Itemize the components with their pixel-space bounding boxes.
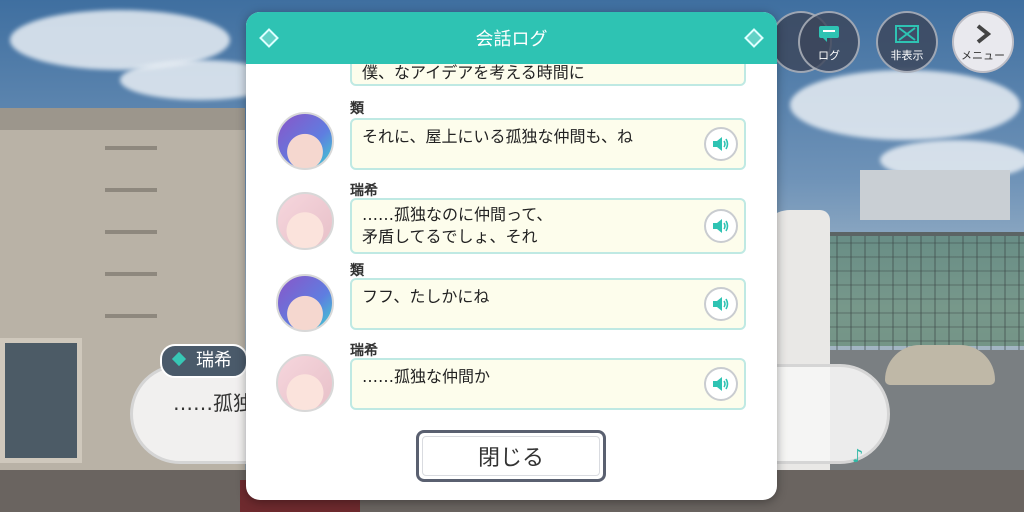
diamond-icon [171, 351, 187, 367]
cloud [790, 70, 1020, 140]
hide-label: 非表示 [890, 49, 924, 62]
speaker-icon [713, 377, 729, 391]
speaker-icon [713, 297, 729, 311]
speaker-name-tag: 瑞希 [160, 344, 248, 378]
log-bubble: それに、屋上にいる孤独な仲間も、ね [350, 118, 746, 170]
music-note-icon: ♪ [852, 446, 864, 467]
voice-play-button[interactable] [704, 287, 738, 321]
modal-header: 会話ログ [246, 12, 777, 64]
log-bubble: フフ、たしかにね [350, 278, 746, 330]
building-cap [0, 108, 245, 130]
building-right [860, 170, 1010, 220]
speaker-icon [713, 137, 729, 151]
ladder-rung [105, 314, 157, 318]
modal-title: 会話ログ [475, 29, 548, 50]
voice-play-button[interactable] [704, 367, 738, 401]
log-line: ……孤独なのに仲間って、 [362, 205, 553, 224]
menu-chevron-icon [975, 21, 991, 47]
log-label: ログ [818, 49, 840, 62]
log-speaker: 類 [350, 101, 364, 117]
log-line: ……孤独な仲間か [362, 367, 491, 386]
ladder-rung [105, 230, 157, 234]
speaker-icon [713, 219, 729, 233]
voice-play-button[interactable] [704, 127, 738, 161]
avatar-mizuki [276, 192, 334, 250]
menu-button[interactable]: メニュー [952, 11, 1014, 73]
close-button[interactable]: 閉じる [416, 430, 606, 482]
log-icon [818, 21, 840, 47]
log-list[interactable]: 僕、なアイデアを考える時間に 類 それに、屋上にいる孤独な仲間も、ね 瑞希 ……… [246, 64, 777, 422]
log-speaker: 瑞希 [350, 343, 378, 359]
close-label: 閉じる [477, 446, 544, 471]
log-speaker: 類 [350, 263, 364, 279]
ladder-rung [105, 188, 157, 192]
dialogue-text: ……孤独 [173, 391, 253, 415]
voice-play-button[interactable] [704, 209, 738, 243]
diamond-icon [259, 28, 279, 48]
building-window [0, 338, 82, 463]
menu-label: メニュー [961, 49, 1005, 62]
log-bubble: ……孤独な仲間か [350, 358, 746, 410]
avatar-rui [276, 274, 334, 332]
log-line: それに、屋上にいる孤独な仲間も、ね [362, 127, 634, 146]
speaker-name: 瑞希 [196, 350, 232, 371]
diamond-icon [744, 28, 764, 48]
log-bubble-partial: 僕、なアイデアを考える時間に [350, 64, 746, 86]
log-speaker: 瑞希 [350, 183, 378, 199]
log-line: 矛盾してるでしょ、それ [362, 227, 538, 246]
log-bubble: ……孤独なのに仲間って、 矛盾してるでしょ、それ [350, 198, 746, 254]
hide-icon [895, 21, 919, 47]
avatar-mizuki [276, 354, 334, 412]
ladder-rung [105, 146, 157, 150]
log-line: フフ、たしかにね [362, 287, 490, 306]
conversation-log-modal: 会話ログ 僕、なアイデアを考える時間に 類 それに、屋上にいる孤独な仲間も、ね … [246, 12, 777, 500]
avatar-rui [276, 112, 334, 170]
ladder-rung [105, 272, 157, 276]
log-line: 僕、なアイデアを考える時間に [362, 64, 585, 82]
rooftop-dome [885, 345, 995, 385]
log-button[interactable]: ログ [798, 11, 860, 73]
hide-button[interactable]: 非表示 [876, 11, 938, 73]
